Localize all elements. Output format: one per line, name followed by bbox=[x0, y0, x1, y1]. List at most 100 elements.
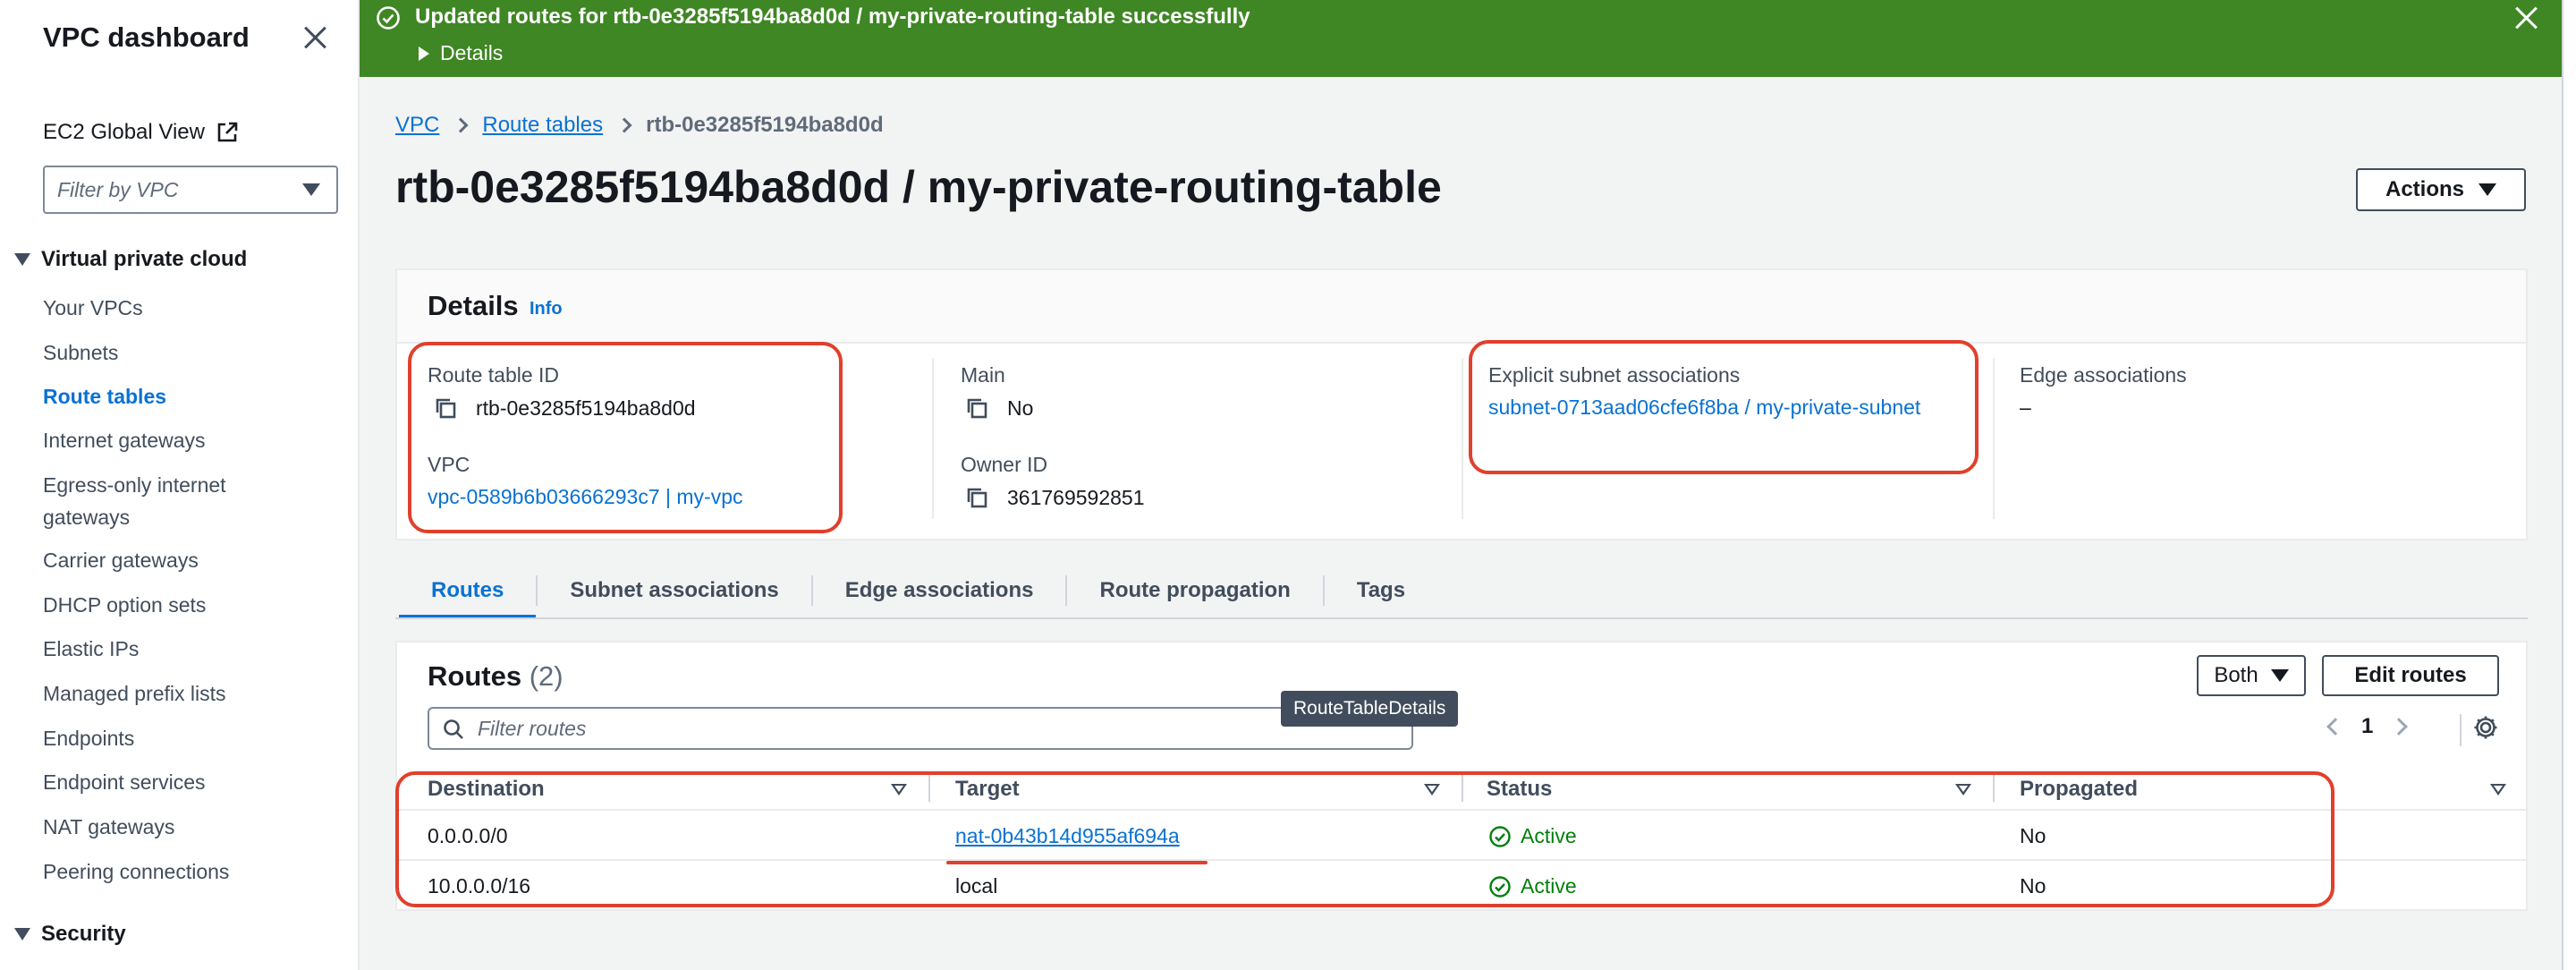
table-row: 10.0.0.0/16 local Active No bbox=[397, 863, 2526, 911]
sidebar-item-nat-gateways[interactable]: NAT gateways bbox=[43, 811, 311, 843]
caret-down-icon bbox=[2479, 183, 2496, 196]
routes-filter-input[interactable]: Filter routes bbox=[428, 707, 1413, 750]
success-check-icon bbox=[377, 6, 400, 30]
sidebar: VPC dashboard EC2 Global View Filter by … bbox=[0, 0, 360, 970]
sort-icon[interactable] bbox=[891, 784, 907, 796]
status-success-icon bbox=[1489, 825, 1511, 847]
route-status-text: Active bbox=[1521, 874, 1577, 898]
tab-tags[interactable]: Tags bbox=[1325, 564, 1437, 617]
route-status: Active bbox=[1488, 874, 1577, 898]
sidebar-item-managed-prefix-lists[interactable]: Managed prefix lists bbox=[43, 677, 311, 710]
tab-subnet-associations[interactable]: Subnet associations bbox=[538, 564, 810, 617]
propagation-filter-select[interactable]: Both bbox=[2197, 655, 2306, 696]
column-resizer[interactable] bbox=[1993, 773, 1995, 802]
close-icon[interactable] bbox=[299, 21, 331, 54]
column-divider bbox=[932, 358, 934, 519]
column-resizer[interactable] bbox=[928, 773, 930, 802]
routes-table-header: Destination Target Status Propagated bbox=[397, 770, 2526, 811]
sidebar-item-elastic-ips[interactable]: Elastic IPs bbox=[43, 633, 311, 665]
tab-route-propagation[interactable]: Route propagation bbox=[1067, 564, 1322, 617]
vpc-filter-select[interactable]: Filter by VPC bbox=[43, 166, 338, 214]
page-title: rtb-0e3285f5194ba8d0d / my-private-routi… bbox=[395, 162, 1442, 212]
column-header-target[interactable]: Target bbox=[955, 777, 1020, 802]
route-status-text: Active bbox=[1521, 824, 1577, 847]
sidebar-item-endpoints[interactable]: Endpoints bbox=[43, 722, 311, 754]
copy-icon[interactable] bbox=[964, 485, 989, 510]
highlight-target-underline bbox=[946, 861, 1208, 864]
tab-routes[interactable]: Routes bbox=[399, 564, 537, 619]
ec2-global-view-link[interactable]: EC2 Global View bbox=[43, 120, 239, 145]
explicit-subnet-link[interactable]: subnet-0713aad06cfe6f8ba / my-private-su… bbox=[1488, 396, 1920, 420]
vpc-link[interactable]: vpc-0589b6b03666293c7 | my-vpc bbox=[428, 485, 742, 509]
routes-title: Routes bbox=[428, 660, 522, 692]
main-value: No bbox=[964, 396, 1033, 421]
success-flash-bar: Updated routes for rtb-0e3285f5194ba8d0d… bbox=[360, 0, 2562, 77]
section-virtual-private-cloud[interactable]: Virtual private cloud bbox=[14, 247, 247, 272]
column-header-destination[interactable]: Destination bbox=[428, 777, 545, 802]
sort-icon[interactable] bbox=[1955, 784, 1971, 796]
chevron-left-icon[interactable] bbox=[2326, 718, 2344, 736]
route-target-link[interactable]: nat-0b43b14d955af694a bbox=[955, 824, 1180, 848]
main-text: No bbox=[1007, 396, 1034, 420]
sidebar-item-route-tables[interactable]: Route tables bbox=[43, 380, 311, 413]
chevron-right-icon[interactable] bbox=[2390, 718, 2409, 736]
sidebar-item-internet-gateways[interactable]: Internet gateways bbox=[43, 424, 311, 456]
column-divider bbox=[1993, 358, 1995, 519]
sidebar-item-carrier-gateways[interactable]: Carrier gateways bbox=[43, 544, 311, 576]
caret-down-icon bbox=[302, 183, 320, 196]
column-header-status[interactable]: Status bbox=[1487, 777, 1552, 802]
copy-icon[interactable] bbox=[433, 396, 458, 421]
window-edge bbox=[2562, 0, 2576, 970]
table-row: 0.0.0.0/0 nat-0b43b14d955af694a Active N… bbox=[397, 813, 2526, 861]
info-link[interactable]: Info bbox=[530, 299, 563, 319]
sidebar-item-peering-connections[interactable]: Peering connections bbox=[43, 855, 311, 888]
sidebar-item-egress-only-internet-gateways[interactable]: Egress-only internet gateways bbox=[43, 469, 258, 533]
routes-panel: Routes (2) Both Edit routes Filter route… bbox=[395, 641, 2528, 911]
sidebar-title[interactable]: VPC dashboard bbox=[43, 21, 250, 54]
flash-details-label: Details bbox=[440, 41, 504, 64]
pagination-divider bbox=[2460, 714, 2462, 746]
explicit-subnet-label: Explicit subnet associations bbox=[1488, 363, 1741, 387]
owner-id-text: 361769592851 bbox=[1007, 485, 1145, 509]
flash-close-icon[interactable] bbox=[2512, 4, 2540, 32]
section-label: Virtual private cloud bbox=[41, 247, 248, 271]
section-label: Security bbox=[41, 922, 126, 946]
edit-routes-button[interactable]: Edit routes bbox=[2322, 655, 2499, 696]
expand-icon bbox=[14, 253, 30, 266]
details-panel: Details Info Route table ID rtb-0e3285f5… bbox=[395, 268, 2528, 540]
route-target: local bbox=[955, 874, 998, 898]
breadcrumb-vpc[interactable]: VPC bbox=[395, 113, 439, 138]
gear-icon[interactable] bbox=[2472, 714, 2499, 741]
sidebar-item-endpoint-services[interactable]: Endpoint services bbox=[43, 766, 311, 798]
sidebar-item-your-vpcs[interactable]: Your VPCs bbox=[43, 292, 311, 324]
routes-count: (2) bbox=[529, 660, 564, 692]
expand-icon bbox=[14, 928, 30, 940]
section-security[interactable]: Security bbox=[14, 922, 126, 947]
page-number[interactable]: 1 bbox=[2361, 714, 2373, 739]
tab-edge-associations[interactable]: Edge associations bbox=[813, 564, 1066, 617]
status-success-icon bbox=[1489, 875, 1511, 898]
both-label: Both bbox=[2214, 663, 2258, 687]
column-header-propagated[interactable]: Propagated bbox=[2020, 777, 2138, 802]
copy-icon[interactable] bbox=[964, 396, 989, 421]
vpc-filter-placeholder: Filter by VPC bbox=[57, 177, 179, 201]
breadcrumb-route-tables[interactable]: Route tables bbox=[482, 113, 603, 138]
column-resizer[interactable] bbox=[1462, 773, 1463, 802]
actions-button[interactable]: Actions bbox=[2356, 168, 2526, 211]
details-header: Details Info bbox=[397, 270, 2526, 344]
sort-icon[interactable] bbox=[2490, 784, 2506, 796]
main-label: Main bbox=[961, 363, 1005, 387]
sidebar-item-dhcp-option-sets[interactable]: DHCP option sets bbox=[43, 589, 311, 621]
breadcrumb: VPC Route tables rtb-0e3285f5194ba8d0d bbox=[395, 113, 884, 138]
route-table-id-text: rtb-0e3285f5194ba8d0d bbox=[476, 396, 696, 420]
flash-details-toggle[interactable]: Details bbox=[419, 41, 503, 65]
breadcrumb-current: rtb-0e3285f5194ba8d0d bbox=[646, 113, 884, 137]
route-table-id-value: rtb-0e3285f5194ba8d0d bbox=[433, 396, 696, 421]
route-status: Active bbox=[1488, 824, 1577, 848]
caret-down-icon bbox=[2270, 669, 2289, 682]
flash-message: Updated routes for rtb-0e3285f5194ba8d0d… bbox=[415, 4, 1250, 29]
sidebar-item-subnets[interactable]: Subnets bbox=[43, 336, 311, 369]
edge-associations-label: Edge associations bbox=[2020, 363, 2187, 387]
search-icon bbox=[444, 719, 463, 739]
sort-icon[interactable] bbox=[1424, 784, 1440, 796]
